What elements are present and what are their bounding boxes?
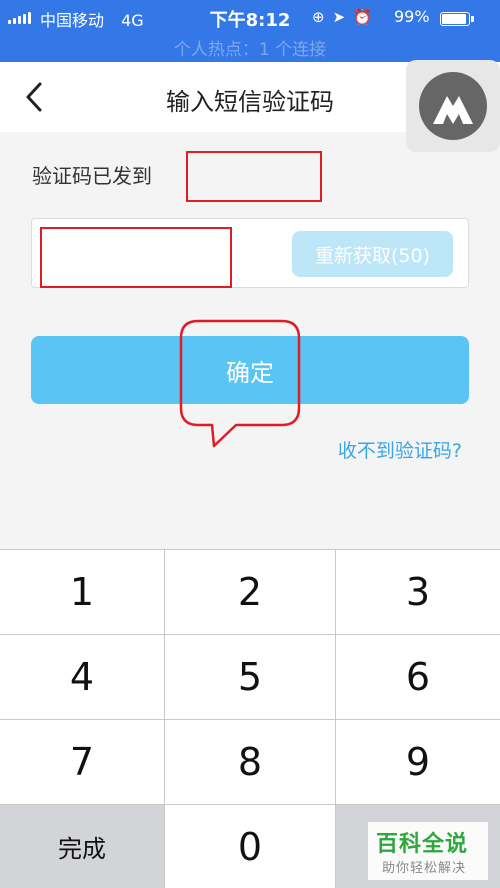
rotation-lock-icon: ⊕: [312, 8, 333, 26]
key-1[interactable]: 1: [0, 550, 164, 634]
watermark-title: 百科全说: [376, 832, 469, 857]
confirm-callout-annotation: [179, 319, 301, 448]
key-9[interactable]: 9: [336, 720, 500, 804]
alarm-icon: ⏰: [353, 8, 380, 26]
mountain-logo-icon: [433, 96, 473, 124]
status-bar: 中国移动 4G 下午8:12 ⊕➤⏰ 99% 个人热点：1 个连接: [0, 0, 500, 62]
code-input-highlight: [40, 227, 232, 288]
key-3[interactable]: 3: [336, 550, 500, 634]
resend-code-button[interactable]: 重新获取(50): [292, 231, 453, 277]
phone-number-redaction: [186, 151, 322, 202]
code-sent-label: 验证码已发到: [32, 164, 152, 188]
key-8[interactable]: 8: [165, 720, 335, 804]
location-icon: ➤: [332, 8, 354, 26]
done-key[interactable]: 完成: [0, 805, 164, 888]
key-0[interactable]: 0: [165, 805, 335, 888]
watermark-logo: 百科全说 助你轻松解决: [368, 822, 488, 880]
key-2[interactable]: 2: [165, 550, 335, 634]
key-6[interactable]: 6: [336, 635, 500, 719]
floating-app-logo[interactable]: [406, 60, 500, 152]
hotspot-banner[interactable]: 个人热点：1 个连接: [0, 35, 500, 60]
battery-icon: [440, 12, 474, 26]
key-5[interactable]: 5: [165, 635, 335, 719]
battery-percent: 99%: [394, 7, 430, 26]
key-4[interactable]: 4: [0, 635, 164, 719]
no-code-received-link[interactable]: 收不到验证码?: [338, 436, 462, 463]
key-7[interactable]: 7: [0, 720, 164, 804]
watermark-subtitle: 助你轻松解决: [382, 861, 467, 876]
